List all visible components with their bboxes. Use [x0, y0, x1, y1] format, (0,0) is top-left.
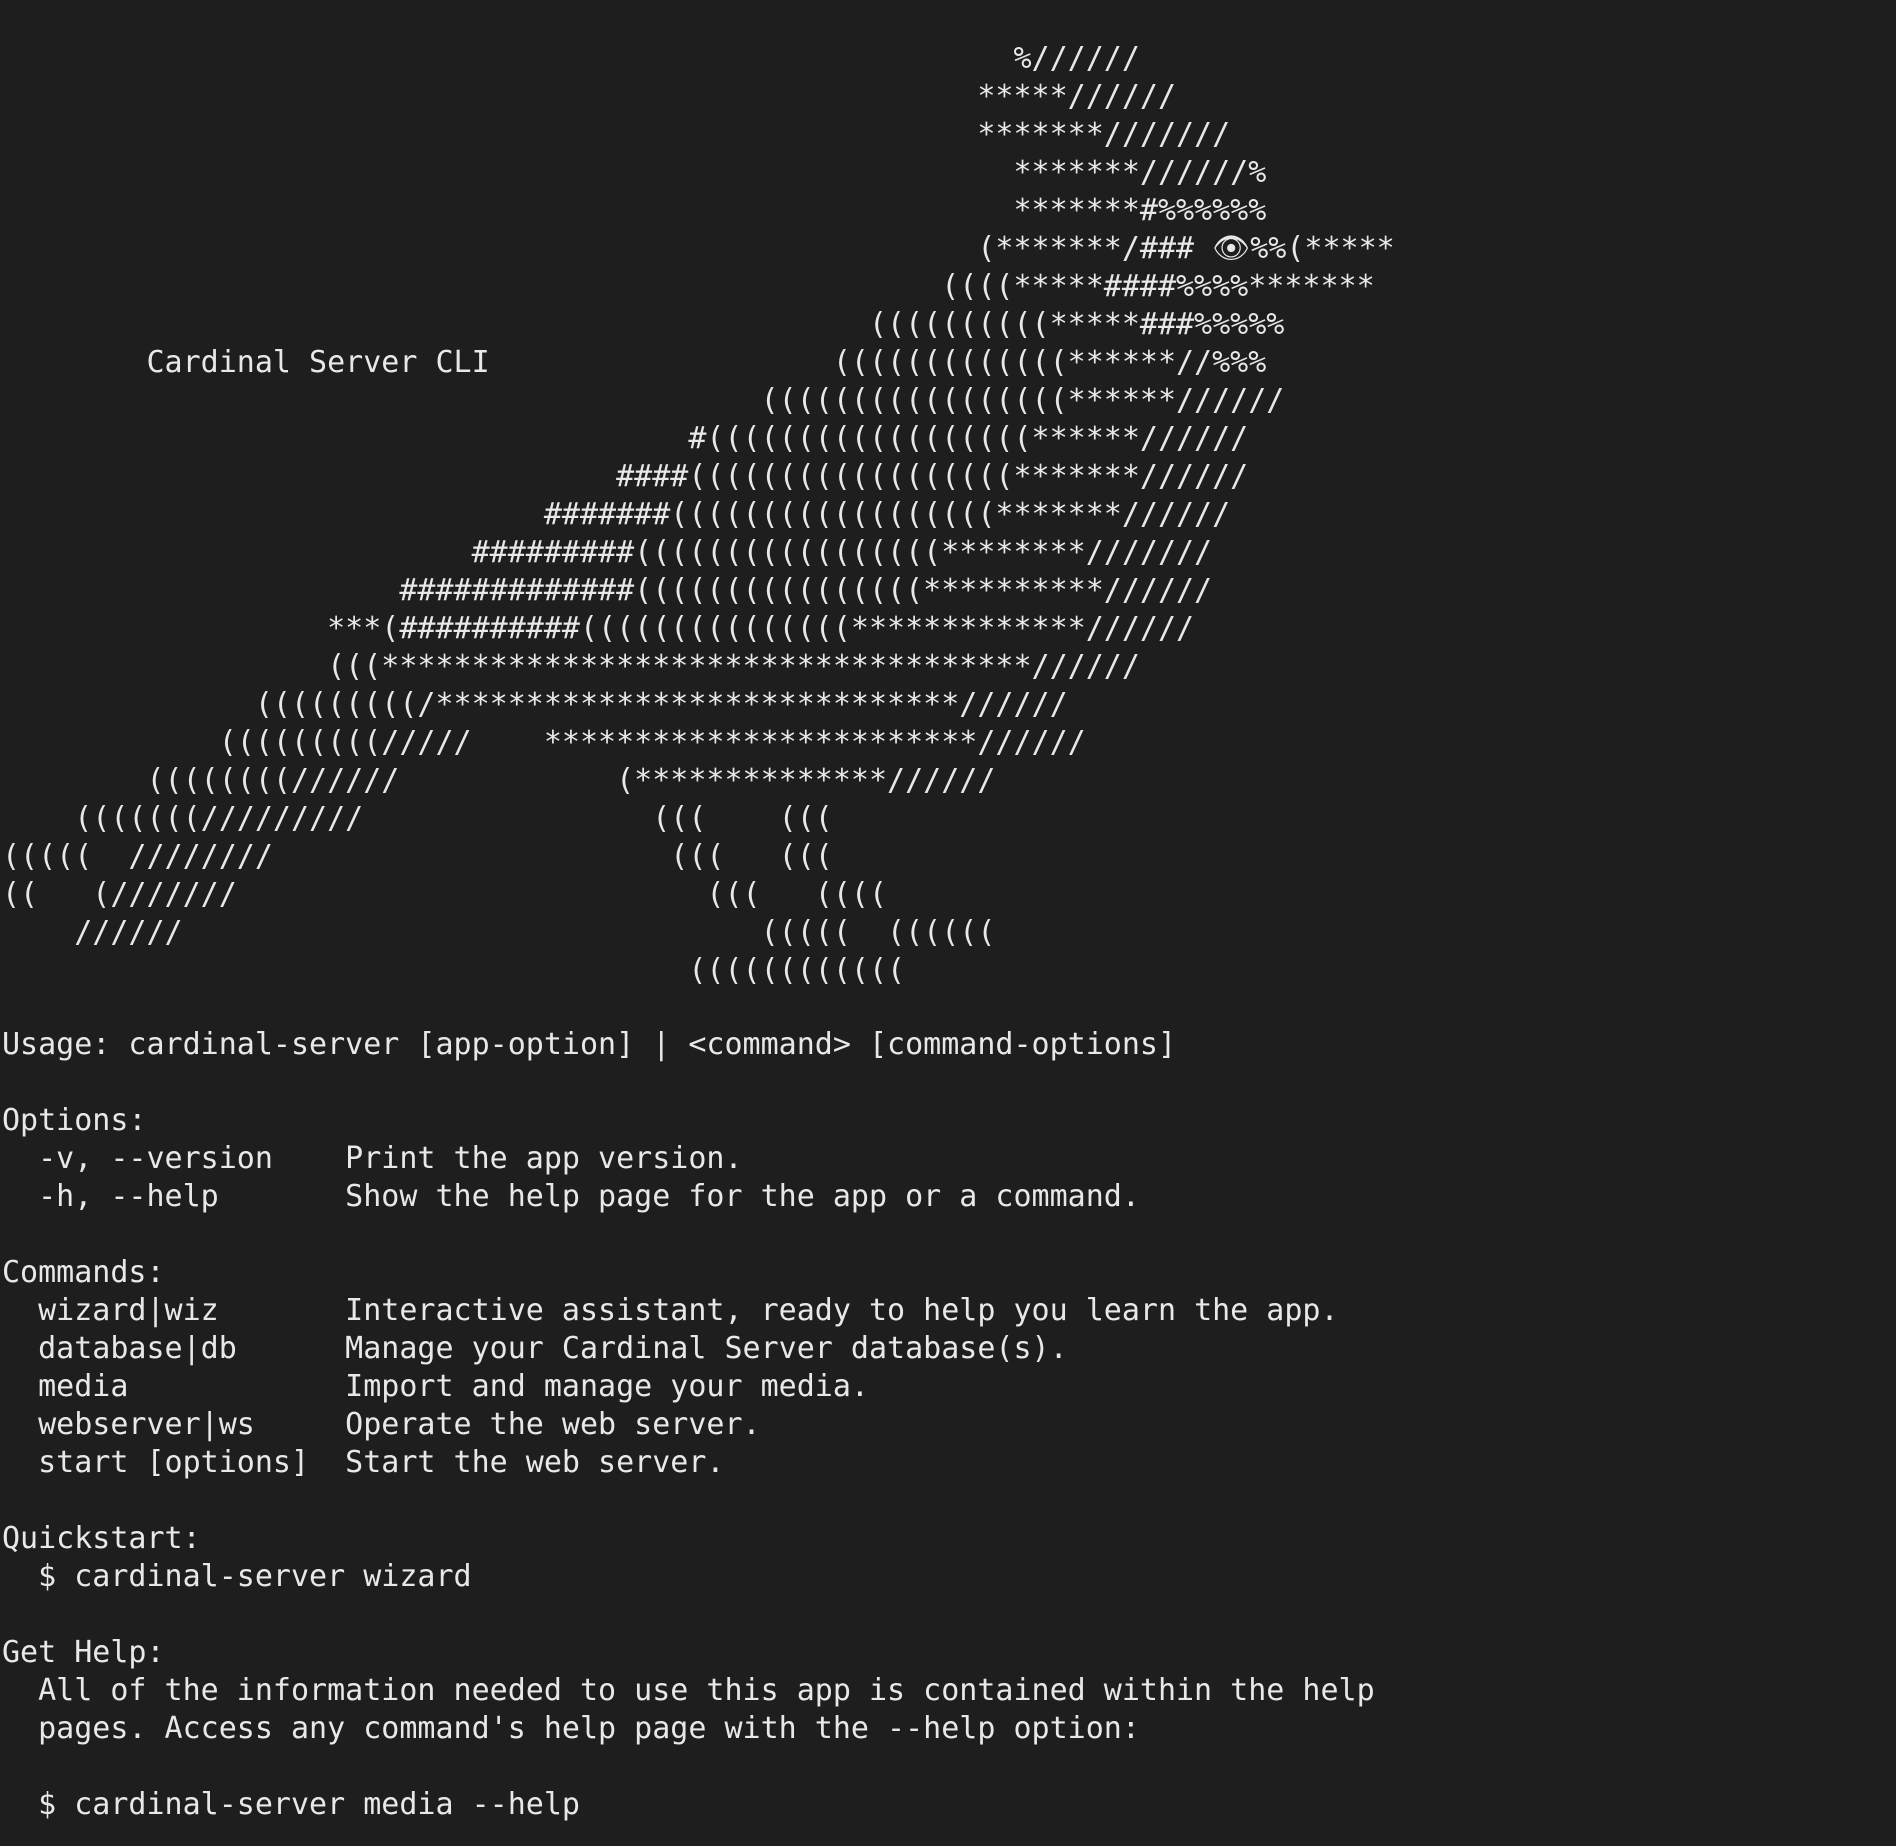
command-description: Operate the web server.	[345, 1407, 761, 1442]
command-name: webserver|ws	[2, 1407, 346, 1442]
command-name: start [options]	[2, 1445, 346, 1480]
command-row: start [options] Start the web server.	[2, 1444, 1896, 1482]
commands-header: Commands:	[2, 1255, 165, 1290]
ascii-art-line: (((((((((///// ************************/…	[2, 725, 1086, 760]
help-text-line: All of the information needed to use thi…	[2, 1673, 1375, 1708]
ascii-art-line: ((((((((////// (**************//////	[2, 763, 996, 798]
ascii-art-line: #((((((((((((((((((******//////	[2, 421, 1249, 456]
help-text-line: pages. Access any command's help page wi…	[2, 1711, 1140, 1746]
ascii-art-line: ////// ((((( ((((((	[2, 915, 996, 950]
command-description: Manage your Cardinal Server database(s).	[345, 1331, 1068, 1366]
usage-line: Usage: cardinal-server [app-option] | <c…	[2, 1027, 1176, 1062]
ascii-art-line: *******///////	[2, 117, 1231, 152]
ascii-art-line: %//////	[2, 41, 1140, 76]
ascii-art-line: *******#%%%%%%	[2, 193, 1267, 228]
command-name: database|db	[2, 1331, 346, 1366]
option-flag: -h, --help	[2, 1179, 346, 1214]
command-name: wizard|wiz	[2, 1293, 346, 1328]
ascii-art-line-with-title: Cardinal Server CLI (((((((((((((******/…	[2, 345, 1267, 380]
command-row: wizard|wiz Interactive assistant, ready …	[2, 1292, 1896, 1330]
ascii-art-line: *******//////%	[2, 155, 1267, 190]
ascii-art-line: ((((( //////// ((( (((	[2, 839, 833, 874]
command-description: Import and manage your media.	[345, 1369, 869, 1404]
command-description: Interactive assistant, ready to help you…	[345, 1293, 1339, 1328]
command-row: media Import and manage your media.	[2, 1368, 1896, 1406]
quickstart-command: $ cardinal-server wizard	[2, 1559, 472, 1594]
options-header: Options:	[2, 1103, 147, 1138]
ascii-art-line: *****//////	[2, 79, 1176, 114]
ascii-art-line: (((((((((((((((((******//////	[2, 383, 1285, 418]
ascii-art-line: ((((((((((((	[2, 953, 906, 988]
command-row: database|db Manage your Cardinal Server …	[2, 1330, 1896, 1368]
ascii-art-line: (((((((///////// ((( (((	[2, 801, 833, 836]
quickstart-header: Quickstart:	[2, 1521, 201, 1556]
get-help-header: Get Help:	[2, 1635, 165, 1670]
ascii-art-line: (( (/////// ((( ((((	[2, 877, 888, 912]
help-example-command: $ cardinal-server media --help	[2, 1787, 580, 1822]
option-flag: -v, --version	[2, 1141, 346, 1176]
option-row: -v, --version Print the app version.	[2, 1140, 1896, 1178]
ascii-art-line: ((((*****####%%%%*******	[2, 269, 1375, 304]
terminal-window[interactable]: %////// *****////// *******/////// *****…	[0, 0, 1896, 1846]
ascii-art-line: ***(##########(((((((((((((((***********…	[2, 611, 1195, 646]
option-row: -h, --help Show the help page for the ap…	[2, 1178, 1896, 1216]
option-description: Print the app version.	[345, 1141, 743, 1176]
command-name: media	[2, 1369, 346, 1404]
command-description: Start the web server.	[345, 1445, 725, 1480]
ascii-art-logo: %////// *****////// *******/////// *****…	[2, 40, 1896, 990]
command-row: webserver|ws Operate the web server.	[2, 1406, 1896, 1444]
ascii-art-line: #######((((((((((((((((((*******//////	[2, 497, 1231, 532]
ascii-art-line: ((((((((((*****###%%%%%	[2, 307, 1285, 342]
option-description: Show the help page for the app or a comm…	[345, 1179, 1140, 1214]
ascii-art-line: (((************************************/…	[2, 649, 1140, 684]
ascii-art-line: (*******/### 👁︎%%(*****	[2, 231, 1395, 266]
ascii-art-line: ####((((((((((((((((((*******//////	[2, 459, 1249, 494]
ascii-art-line: (((((((((/*****************************/…	[2, 687, 1068, 722]
ascii-art-line: #########(((((((((((((((((********//////…	[2, 535, 1213, 570]
ascii-art-line: #############((((((((((((((((**********/…	[2, 573, 1213, 608]
